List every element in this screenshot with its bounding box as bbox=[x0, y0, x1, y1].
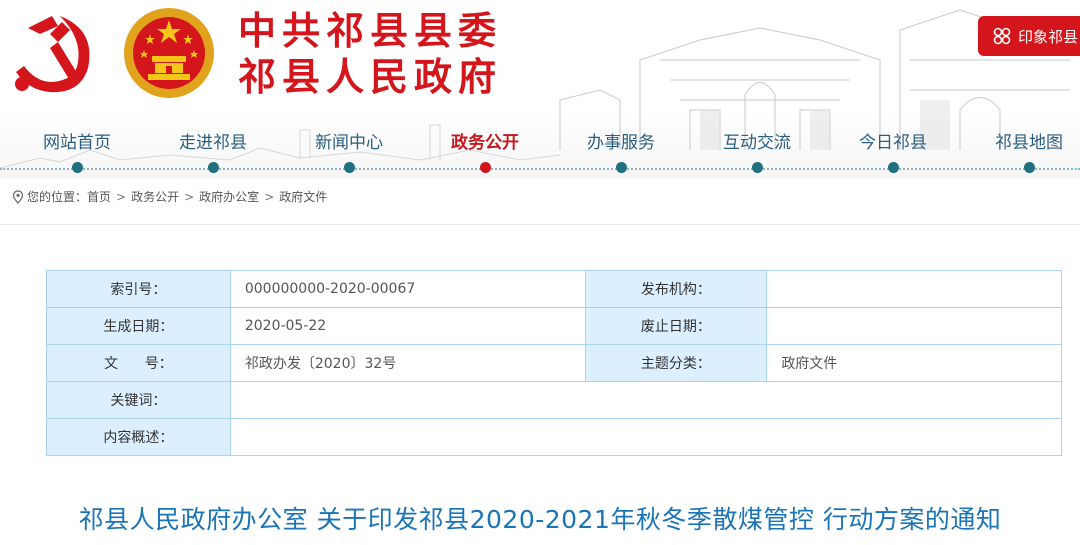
breadcrumb-separator: > bbox=[184, 189, 195, 204]
nav-dot bbox=[888, 162, 899, 173]
index-label: 索引号： bbox=[46, 270, 231, 308]
doc-number-label: 文 号： bbox=[46, 344, 231, 382]
site-title-line2: 祁县人民政府 bbox=[238, 54, 503, 99]
created-date-value: 2020-05-22 bbox=[229, 307, 586, 345]
nav-item-gov-affairs[interactable]: 政务公开 bbox=[420, 128, 550, 153]
nav-dot bbox=[344, 162, 355, 173]
index-value: 000000000-2020-00067 bbox=[229, 270, 586, 308]
breadcrumb-separator: > bbox=[116, 189, 127, 204]
breadcrumb-home[interactable]: 首页 bbox=[87, 188, 111, 205]
breadcrumb-gov-docs[interactable]: 政府文件 bbox=[279, 188, 327, 205]
nav-dot bbox=[616, 162, 627, 173]
nav-item-news[interactable]: 新闻中心 bbox=[284, 128, 414, 153]
site-title-line1: 中共祁县县委 bbox=[238, 8, 503, 53]
nav-item-services[interactable]: 办事服务 bbox=[556, 128, 686, 153]
content-divider bbox=[0, 224, 1080, 225]
table-row: 关键词： bbox=[46, 381, 1063, 419]
nav-dot bbox=[72, 162, 83, 173]
nav-dotted-line bbox=[0, 168, 1080, 170]
table-row: 文 号： 祁政办发〔2020〕32号 主题分类： 政府文件 bbox=[46, 344, 1062, 382]
nav-item-home[interactable]: 网站首页 bbox=[12, 128, 142, 153]
nav-dot bbox=[752, 162, 763, 173]
category-value: 政府文件 bbox=[766, 344, 1062, 382]
breadcrumb-gov-affairs[interactable]: 政务公开 bbox=[131, 188, 179, 205]
table-row: 生成日期： 2020-05-22 废止日期： bbox=[46, 307, 1062, 345]
breadcrumb-separator: > bbox=[264, 189, 275, 204]
table-row: 索引号： 000000000-2020-00067 发布机构： bbox=[46, 270, 1062, 308]
publisher-value bbox=[766, 270, 1062, 308]
breadcrumb: 您的位置： 首页 > 政务公开 > 政府办公室 > 政府文件 bbox=[12, 188, 327, 205]
category-label: 主题分类： bbox=[584, 344, 768, 382]
document-title: 祁县人民政府办公室 关于印发祁县2020-2021年秋冬季散煤管控 行动方案的通… bbox=[78, 505, 1002, 534]
summary-label: 内容概述： bbox=[46, 418, 231, 456]
site-header: 中共祁县县委 祁县人民政府 印象祁县 网站首页 走进祁县 新闻中心 政务公开 办… bbox=[0, 0, 1080, 178]
breadcrumb-gov-office[interactable]: 政府办公室 bbox=[199, 188, 259, 205]
nav-item-interaction[interactable]: 互动交流 bbox=[692, 128, 822, 153]
keywords-value bbox=[229, 381, 1063, 419]
table-row: 内容概述： bbox=[46, 418, 1063, 456]
keywords-label: 关键词： bbox=[46, 381, 231, 419]
created-date-label: 生成日期： bbox=[46, 307, 231, 345]
yinxiang-qixian-button[interactable]: 印象祁县 bbox=[978, 16, 1080, 56]
document-info-table: 索引号： 000000000-2020-00067 发布机构： 生成日期： 20… bbox=[46, 270, 1063, 456]
summary-value bbox=[229, 418, 1063, 456]
national-emblem-icon bbox=[124, 8, 214, 98]
yinxiang-label: 印象祁县 bbox=[1018, 27, 1079, 46]
nav-item-today[interactable]: 今日祁县 bbox=[828, 128, 958, 153]
abolished-date-value bbox=[766, 307, 1062, 345]
nav-dot bbox=[208, 162, 219, 173]
nav-dot bbox=[1024, 162, 1035, 173]
publisher-label: 发布机构： bbox=[584, 270, 768, 308]
location-pin-icon bbox=[12, 189, 24, 204]
doc-number-value: 祁政办发〔2020〕32号 bbox=[229, 344, 586, 382]
breadcrumb-prefix: 您的位置： bbox=[27, 190, 88, 204]
flower-icon bbox=[993, 27, 1011, 45]
party-emblem-icon bbox=[15, 16, 90, 93]
abolished-date-label: 废止日期： bbox=[584, 307, 768, 345]
nav-dot-active bbox=[480, 162, 491, 173]
nav-item-map[interactable]: 祁县地图 bbox=[964, 128, 1080, 153]
nav-item-about[interactable]: 走进祁县 bbox=[148, 128, 278, 153]
site-title: 中共祁县县委 祁县人民政府 bbox=[238, 8, 538, 100]
